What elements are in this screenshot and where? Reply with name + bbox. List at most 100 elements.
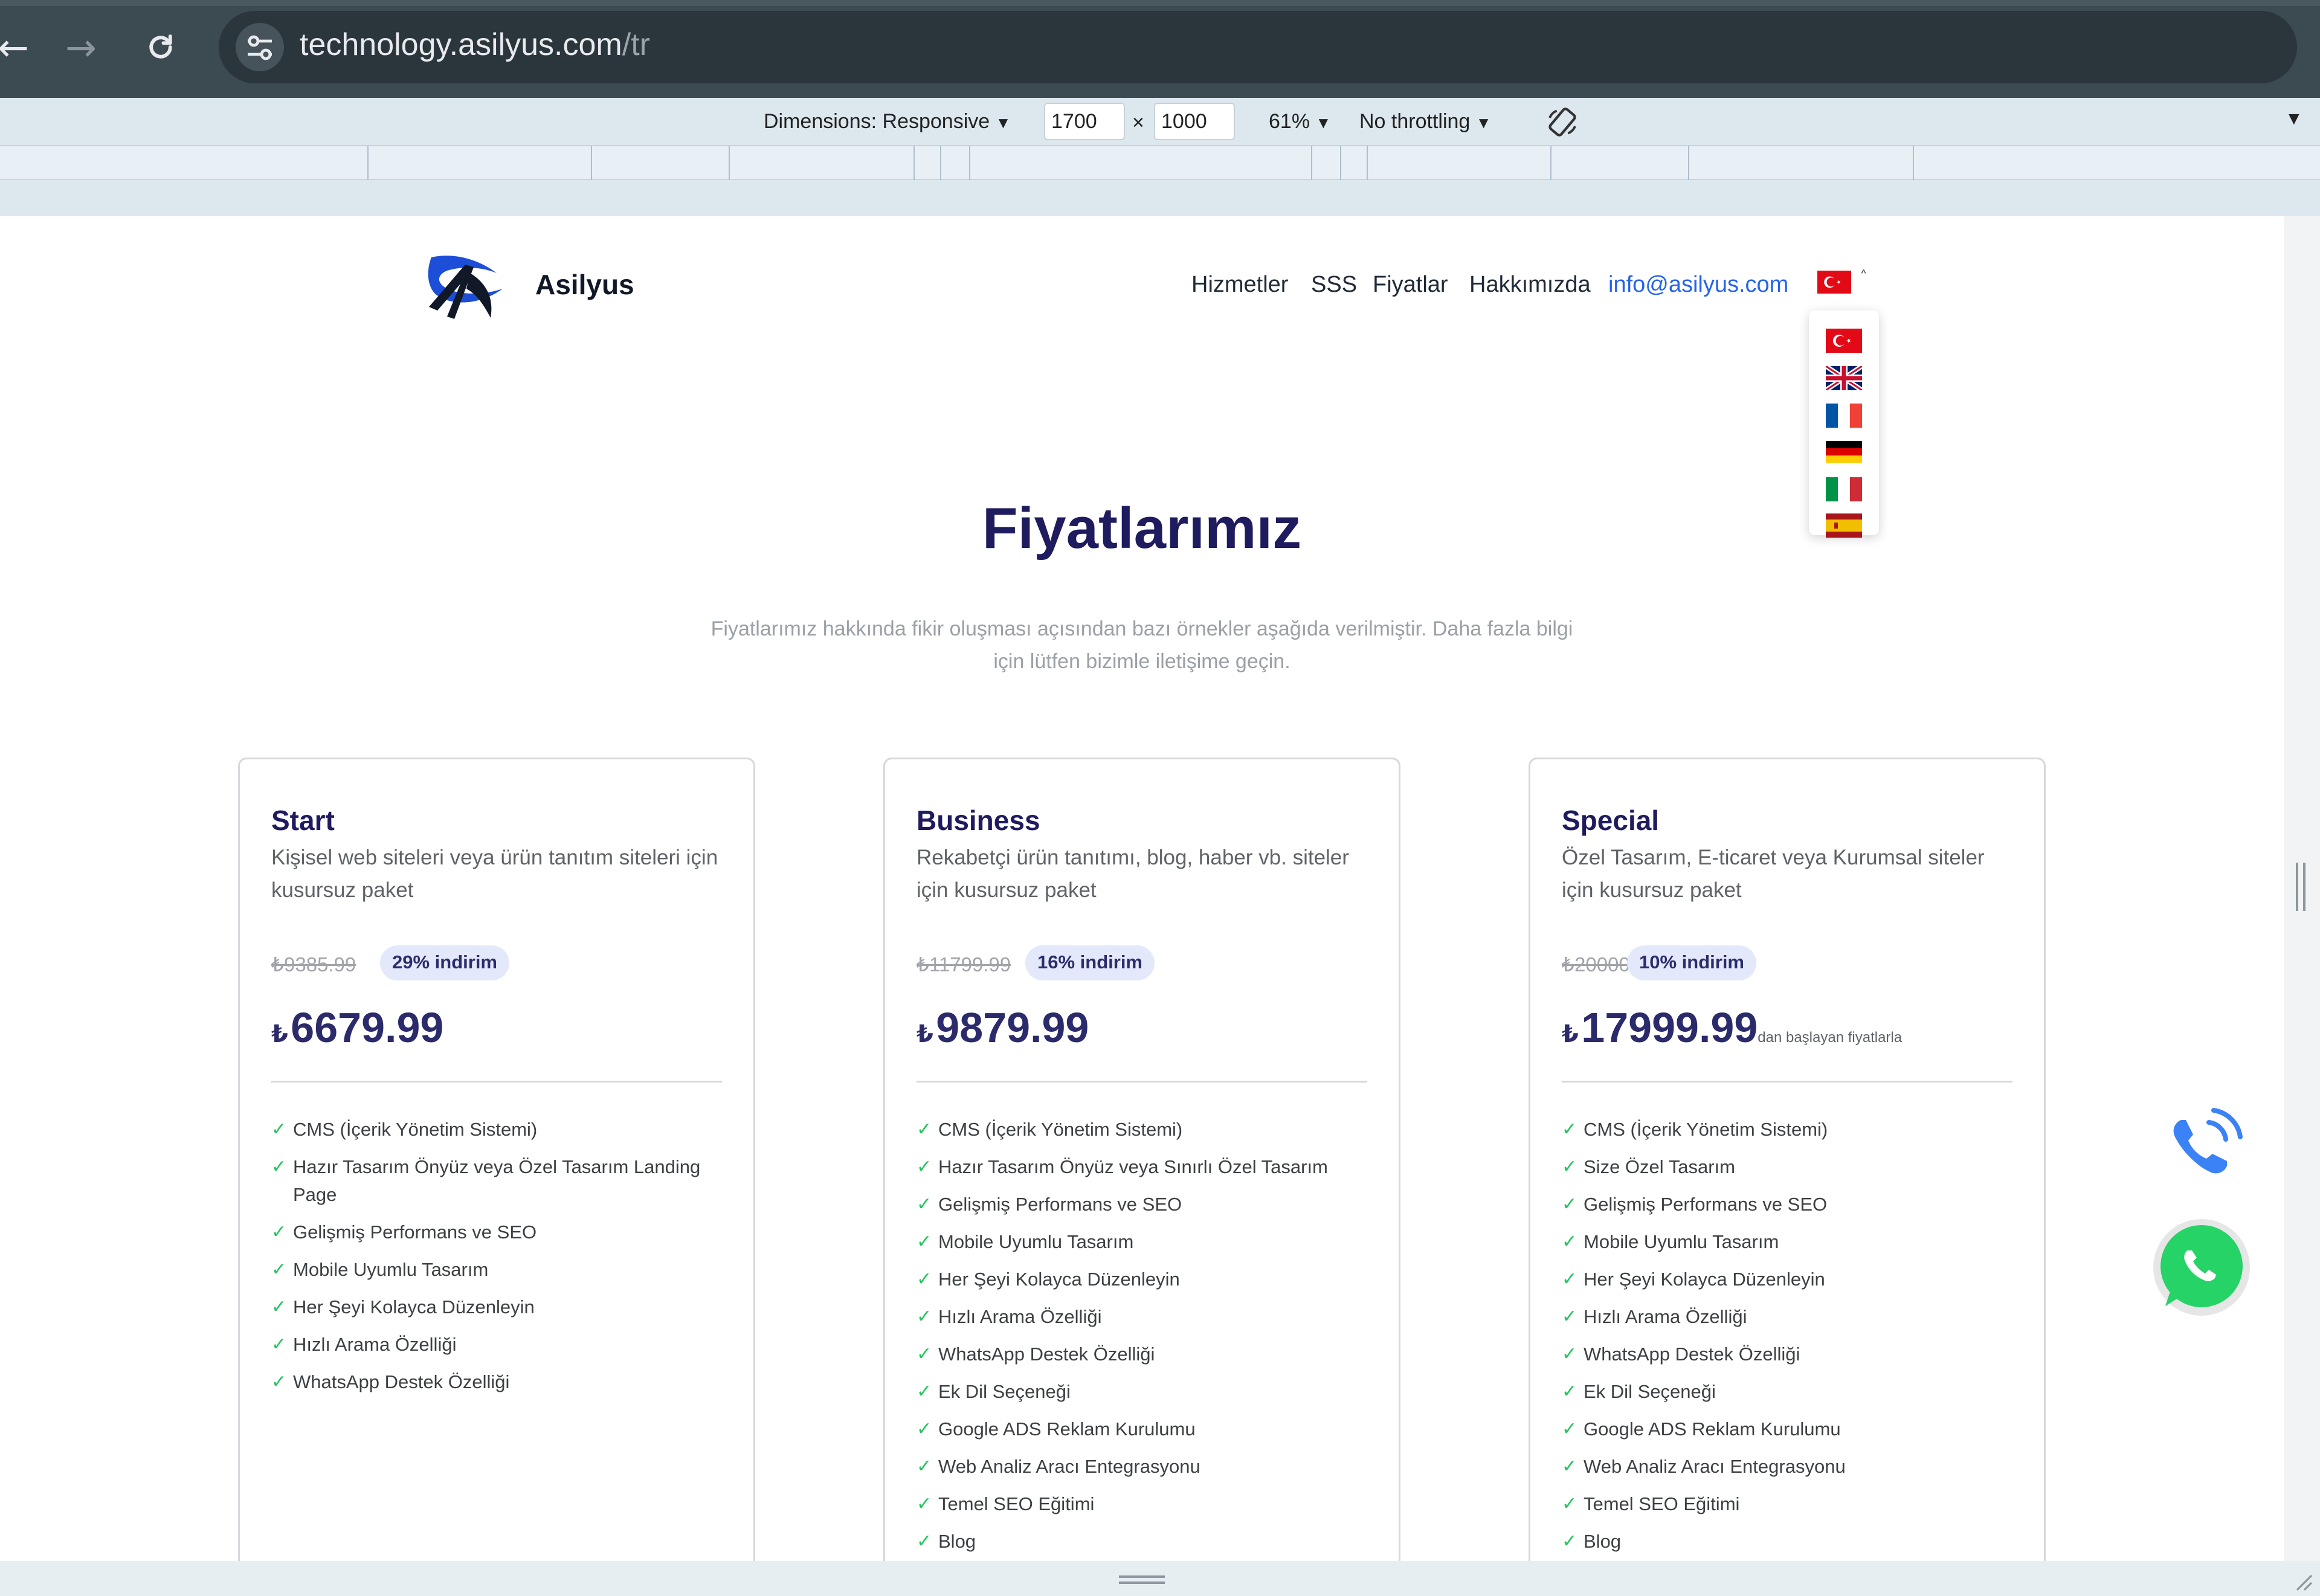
uk-flag-icon[interactable] bbox=[1824, 364, 1864, 393]
feature-text: Web Analiz Aracı Entegrasyonu bbox=[1584, 1456, 1846, 1477]
feature-item: ✓ Temel SEO Eğitimi bbox=[917, 1490, 1376, 1518]
reload-icon[interactable] bbox=[137, 23, 185, 71]
throttling-select[interactable]: No throttling ▼ bbox=[1359, 110, 1492, 134]
forward-arrow-icon[interactable]: → bbox=[57, 23, 105, 71]
resize-grip[interactable] bbox=[1119, 1575, 1165, 1584]
feature-item: ✓ Google ADS Reklam Kurulumu bbox=[1562, 1415, 2021, 1443]
check-icon: ✓ bbox=[1562, 1343, 1577, 1365]
nav-link-hizmetler[interactable]: Hizmetler bbox=[1191, 272, 1288, 298]
feature-text: Mobile Uyumlu Tasarım bbox=[938, 1231, 1134, 1252]
old-price: ₺11799.99 bbox=[917, 953, 1011, 976]
feature-item: ✓ Mobile Uyumlu Tasarım bbox=[917, 1228, 1376, 1256]
nav-link-fiyatlar[interactable]: Fiyatlar bbox=[1373, 272, 1448, 298]
resize-corner-icon[interactable] bbox=[2290, 1568, 2314, 1592]
zoom-caret: ▼ bbox=[1315, 114, 1332, 132]
check-icon: ✓ bbox=[917, 1456, 932, 1477]
feature-item: ✓ Hızlı Arama Özelliği bbox=[1562, 1303, 2021, 1331]
plan-price: ₺ 6679.99 bbox=[271, 1003, 443, 1052]
feature-item: ✓ Size Özel Tasarım bbox=[1562, 1153, 2021, 1181]
check-icon: ✓ bbox=[917, 1269, 932, 1290]
brand-name[interactable]: Asilyus bbox=[535, 268, 634, 301]
height-input[interactable]: 1000 bbox=[1154, 103, 1235, 140]
feature-text: Her Şeyi Kolayca Düzenleyin bbox=[1584, 1269, 1825, 1290]
feature-text: Gelişmiş Performans ve SEO bbox=[1584, 1194, 1828, 1215]
width-input[interactable]: 1700 bbox=[1044, 103, 1125, 140]
plan-name: Start bbox=[271, 805, 335, 836]
ruler-tick bbox=[367, 146, 369, 180]
card-divider bbox=[271, 1081, 722, 1083]
feature-text: Size Özel Tasarım bbox=[1584, 1156, 1735, 1177]
language-selector[interactable]: ˄ bbox=[1810, 265, 1877, 301]
feature-list: ✓ CMS (İçerik Yönetim Sistemi) ✓ Size Özel … bbox=[1562, 1116, 2021, 1561]
old-price: ₺9385.99 bbox=[271, 953, 356, 976]
feature-text: Mobile Uyumlu Tasarım bbox=[1584, 1231, 1779, 1252]
ruler-tick bbox=[591, 146, 592, 180]
plan-price: ₺ 9879.99 bbox=[917, 1003, 1089, 1052]
url-text[interactable]: technology.asilyus.com/tr bbox=[300, 27, 650, 63]
pricing-card-start: Start Kişisel web siteleri veya ürün tan… bbox=[238, 758, 755, 1561]
turkey-flag-icon[interactable] bbox=[1826, 329, 1862, 353]
ruler-tick bbox=[729, 146, 730, 180]
germany-flag-icon[interactable] bbox=[1826, 440, 1862, 464]
feature-text: Her Şeyi Kolayca Düzenleyin bbox=[293, 1296, 535, 1318]
feature-item: ✓ Hızlı Arama Özelliği bbox=[271, 1331, 730, 1359]
nav-link-sss[interactable]: SSS bbox=[1311, 272, 1357, 298]
asilyus-logo[interactable] bbox=[423, 246, 514, 325]
dimensions-select[interactable]: Dimensions: Responsive ▼ bbox=[764, 110, 1011, 134]
feature-item: ✓ Her Şeyi Kolayca Düzenleyin bbox=[1562, 1266, 2021, 1293]
feature-item: ✓ WhatsApp Destek Özelliği bbox=[917, 1340, 1376, 1368]
turkey-flag-icon bbox=[1817, 271, 1851, 294]
feature-text: WhatsApp Destek Özelliği bbox=[293, 1371, 510, 1392]
zoom-select[interactable]: 61% ▼ bbox=[1269, 110, 1331, 134]
feature-item: ✓ Mobile Uyumlu Tasarım bbox=[1562, 1228, 2021, 1256]
back-arrow-icon[interactable]: ← bbox=[0, 23, 37, 71]
check-icon: ✓ bbox=[917, 1531, 932, 1552]
check-icon: ✓ bbox=[917, 1343, 932, 1365]
feature-item: ✓ Web Analiz Aracı Entegrasyonu bbox=[917, 1453, 1376, 1481]
price-amount: 6679.99 bbox=[291, 1004, 444, 1051]
france-flag-icon[interactable] bbox=[1826, 404, 1862, 428]
scrollbar-grip[interactable] bbox=[2296, 863, 2306, 911]
feature-text: Blog bbox=[1584, 1531, 1622, 1552]
feature-item: ✓ Gelişmiş Performans ve SEO bbox=[271, 1218, 730, 1246]
page-title: Fiyatlarımız bbox=[982, 496, 1302, 561]
ruler-tick bbox=[1913, 146, 1914, 180]
viewport-resize-bar[interactable] bbox=[0, 1561, 2320, 1596]
feature-text: Temel SEO Eğitimi bbox=[938, 1493, 1095, 1514]
pricing-card-business: Business Rekabetçi ürün tanıtımı, blog, … bbox=[883, 758, 1400, 1561]
feature-item: ✓ CMS (İçerik Yönetim Sistemi) bbox=[917, 1116, 1376, 1144]
feature-item: ✓ Blog bbox=[1562, 1528, 2021, 1556]
feature-text: Hazır Tasarım Önyüz veya Özel Tasarım La… bbox=[293, 1156, 701, 1205]
feature-item: ✓ Hazır Tasarım Önyüz veya Sınırlı Özel T… bbox=[917, 1153, 1376, 1181]
feature-text: WhatsApp Destek Özelliği bbox=[1584, 1343, 1800, 1365]
feature-text: CMS (İçerik Yönetim Sistemi) bbox=[293, 1119, 538, 1140]
check-icon: ✓ bbox=[1562, 1493, 1577, 1514]
card-divider bbox=[917, 1081, 1367, 1083]
feature-item: ✓ Ek Dil Seçeneği bbox=[1562, 1378, 2021, 1406]
feature-text: CMS (İçerik Yönetim Sistemi) bbox=[938, 1119, 1183, 1140]
nav-link-hakkimizda[interactable]: Hakkımızda bbox=[1469, 272, 1591, 298]
plan-name: Special bbox=[1562, 805, 1660, 836]
tune-icon[interactable] bbox=[236, 23, 284, 71]
plan-price: ₺ 17999.99dan başlayan fiyatlarla bbox=[1562, 1003, 1902, 1052]
browser-toolbar: ← → technology.asilyus.com/tr bbox=[0, 0, 2320, 98]
check-icon: ✓ bbox=[917, 1194, 932, 1215]
throttling-value: No throttling bbox=[1359, 110, 1471, 133]
vertical-scrollbar[interactable] bbox=[2284, 216, 2320, 1561]
feature-text: Ek Dil Seçeneği bbox=[938, 1381, 1071, 1402]
feature-item: ✓ CMS (İçerik Yönetim Sistemi) bbox=[1562, 1116, 2021, 1144]
ruler-tick bbox=[1367, 146, 1368, 180]
feature-text: Gelişmiş Performans ve SEO bbox=[938, 1194, 1182, 1215]
rotate-icon[interactable] bbox=[1545, 105, 1579, 144]
check-icon: ✓ bbox=[917, 1306, 932, 1327]
tab-strip-edge bbox=[0, 0, 2320, 6]
whatsapp-icon[interactable] bbox=[2148, 1214, 2255, 1321]
email-link[interactable]: info@asilyus.com bbox=[1608, 272, 1788, 298]
chevron-down-icon[interactable]: ▼ bbox=[2285, 109, 2303, 129]
dimension-separator: × bbox=[1132, 111, 1144, 134]
zoom-value: 61% bbox=[1269, 110, 1310, 133]
phone-call-icon[interactable] bbox=[2153, 1101, 2250, 1197]
feature-item: ✓ Hızlı Arama Özelliği bbox=[917, 1303, 1376, 1331]
discount-badge: 10% indirim bbox=[1627, 945, 1756, 980]
page-subtitle: Fiyatlarımız hakkında fikir oluşması açı… bbox=[710, 617, 1573, 673]
